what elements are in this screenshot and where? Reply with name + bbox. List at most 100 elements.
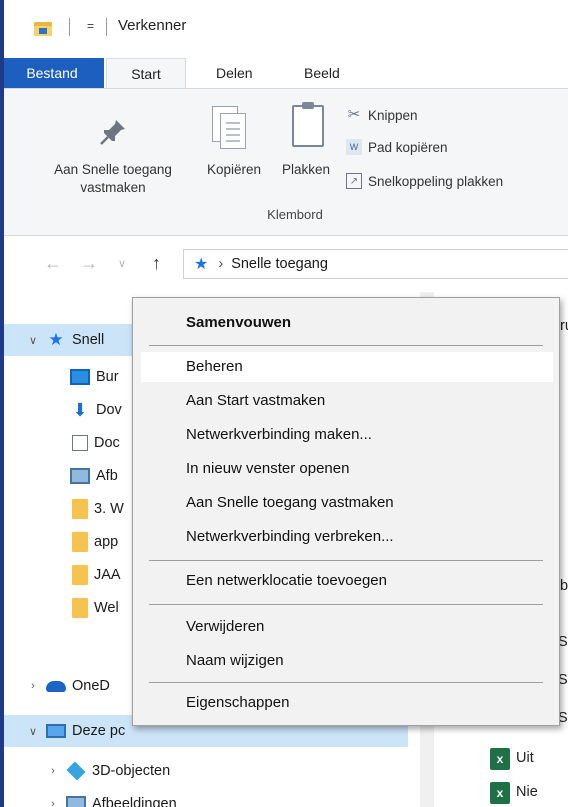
menu-item-delete[interactable]: Verwijderen [141,612,553,642]
folder-icon[interactable] [34,20,52,36]
menu-item-add-network-location[interactable]: Een netwerklocatie toevoegen [141,566,553,596]
star-icon: ★ [48,330,64,349]
document-icon [72,435,88,451]
pin-label-line1: Aan Snelle toegang [54,162,172,177]
nav-item-folder-jaa[interactable]: JAA [72,559,121,591]
forward-icon[interactable]: → [80,253,98,274]
separator [106,18,107,36]
nav-item-label: Bur [96,369,119,385]
paste-shortcut-label: Snelkoppeling plakken [368,173,504,189]
folder-icon [72,598,88,618]
menu-separator [149,560,543,561]
ribbon-tabs: Bestand Start Delen Beeld [0,58,568,88]
nav-item-folder-app[interactable]: app [72,526,118,558]
nav-item-pictures-pc[interactable]: › Afbeeldingen [46,788,177,807]
menu-item-properties[interactable]: Eigenschappen [141,688,553,718]
nav-item-label: Dov [96,402,122,418]
quick-access-star-icon: ★ [194,256,209,273]
paste-shortcut-button[interactable]: ↗ Snelkoppeling plakken [346,173,503,189]
quick-access-dropdown-icon[interactable]: = [87,19,94,33]
menu-item-pin-to-quick-access[interactable]: Aan Snelle toegang vastmaken [141,488,553,518]
tab-bestand[interactable]: Bestand [0,58,104,88]
nav-item-label: Afbeeldingen [92,796,177,807]
cut-label: Knippen [368,107,418,123]
title-bar: = Verkenner [0,0,568,58]
recent-locations-icon[interactable]: ∨ [118,257,126,270]
tab-beeld[interactable]: Beeld [294,58,350,88]
nav-item-label: 3D-objecten [92,763,171,779]
menu-item-open-in-new-window[interactable]: In nieuw venster openen [141,454,553,484]
chevron-right-icon[interactable]: › [46,798,60,807]
paste-button[interactable]: Plakken [272,161,340,179]
address-bar[interactable]: ★ › Snelle toegang [183,249,568,279]
menu-separator [149,345,543,346]
excel-file-icon: x [490,782,510,804]
chevron-down-icon[interactable]: ∨ [26,334,40,347]
pin-icon [100,120,125,145]
nav-item-label: JAA [94,567,121,583]
context-menu: Samenvouwen Beheren Aan Start vastmaken … [132,297,560,726]
file-name[interactable]: Uit [516,750,534,766]
scissors-icon: ✂ [347,106,361,123]
nav-item-folder-wel[interactable]: Wel [72,592,119,624]
nav-item-label: Afb [96,468,118,484]
desktop-icon [70,369,90,385]
cut-button[interactable]: ✂ Knippen [346,107,418,123]
nav-item-pictures[interactable]: Afb [70,460,118,492]
pin-to-quick-access-button[interactable]: Aan Snelle toegang vastmaken [0,161,226,197]
chevron-right-icon[interactable]: › [218,256,223,272]
file-name[interactable]: Nie [516,784,538,800]
chevron-right-icon[interactable]: › [26,680,40,692]
pictures-icon [66,796,86,807]
window-accent-strip [0,0,4,807]
copy-path-button[interactable]: W Pad kopiëren [346,139,448,155]
ribbon: Aan Snelle toegang vastmaken Kopiëren Pl… [0,88,568,236]
cube-icon [66,761,86,781]
chevron-down-icon[interactable]: ∨ [26,725,40,738]
folder-icon [72,499,88,519]
separator [69,18,70,36]
folder-icon [72,532,88,552]
nav-item-label: Wel [94,600,119,616]
nav-item-3d-objects[interactable]: › 3D-objecten [46,755,170,787]
menu-item-map-network-drive[interactable]: Netwerkverbinding maken... [141,420,553,450]
nav-item-downloads[interactable]: ⬇ Dov [70,394,122,426]
menu-item-pin-to-start[interactable]: Aan Start vastmaken [141,386,553,416]
copy-path-icon: W [346,139,362,155]
nav-item-label: Deze pc [72,723,126,739]
nav-item-label: Snell [72,332,105,348]
menu-item-rename[interactable]: Naam wijzigen [141,646,553,676]
nav-item-label: 3. W [94,501,124,517]
paste-shortcut-icon: ↗ [346,173,362,189]
nav-item-label: Doc [94,435,120,451]
chevron-right-icon[interactable]: › [46,765,60,777]
nav-item-onedrive[interactable]: › OneD [26,670,110,702]
nav-item-documents[interactable]: Doc [72,427,120,459]
address-path: Snelle toegang [231,256,328,272]
pin-label-line2: vastmaken [80,180,146,195]
window-title: Verkenner [118,17,187,34]
content-text: ru [560,318,568,334]
back-icon[interactable]: ← [44,253,62,274]
navigation-bar: ← → ∨ ↑ ★ › Snelle toegang [0,236,568,292]
clipboard-group-label: Klembord [267,207,323,222]
cloud-icon [46,680,66,692]
menu-separator [149,604,543,605]
pc-icon [46,724,66,738]
menu-item-disconnect-network-drive[interactable]: Netwerkverbinding verbreken... [141,522,553,552]
copy-path-label: Pad kopiëren [368,139,448,155]
pictures-icon [70,468,90,484]
tab-start[interactable]: Start [106,58,186,88]
excel-file-icon: x [490,748,510,770]
content-text: b [560,578,568,594]
clipboard-icon [292,102,324,147]
copy-button[interactable]: Kopiëren [196,161,272,179]
tab-delen[interactable]: Delen [206,58,263,88]
menu-separator [149,682,543,683]
nav-item-folder-3w[interactable]: 3. W [72,493,124,525]
menu-item-manage[interactable]: Beheren [141,352,553,382]
up-icon[interactable]: ↑ [152,253,161,274]
nav-item-desktop[interactable]: Bur [70,361,119,393]
menu-item-collapse[interactable]: Samenvouwen [141,308,553,338]
nav-item-label: app [94,534,119,550]
